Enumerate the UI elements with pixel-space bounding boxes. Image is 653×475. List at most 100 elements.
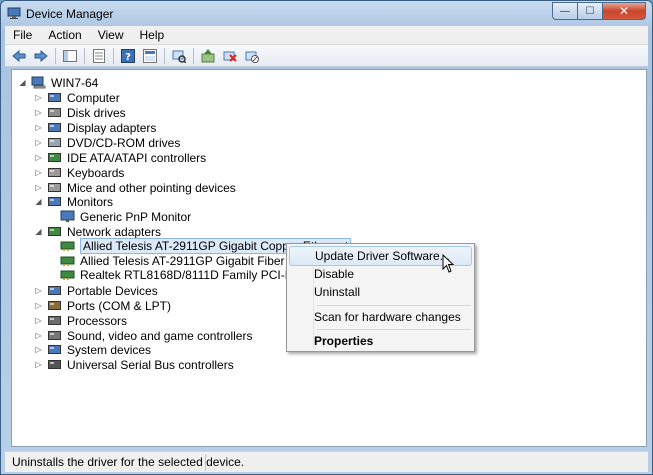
maximize-button[interactable]: ☐: [578, 2, 603, 20]
tree-root-label: WIN7-64: [51, 75, 99, 90]
tree-category-keyboards[interactable]: ▷ Keyboards: [34, 165, 124, 180]
tree-category-monitors[interactable]: ◢ Monitors: [34, 194, 113, 209]
collapse-arrow-icon[interactable]: ◢: [18, 78, 27, 87]
tree-category-label: Mice and other pointing devices: [67, 180, 236, 195]
monitor-icon: [47, 195, 63, 209]
computer-icon: [47, 91, 63, 105]
collapse-arrow-icon[interactable]: ◢: [34, 227, 43, 236]
expand-arrow-icon[interactable]: ▷: [34, 153, 43, 162]
network-card-icon: [60, 268, 76, 282]
portable-device-icon: [47, 284, 63, 298]
device-manager-app-icon: [7, 7, 21, 19]
expand-arrow-icon[interactable]: ▷: [34, 331, 43, 340]
toolbar: ?: [5, 45, 648, 67]
tree-category-display-adapters[interactable]: ▷ Display adapters: [34, 120, 156, 135]
keyboard-icon: [47, 166, 63, 180]
status-text: Uninstalls the driver for the selected d…: [12, 455, 245, 469]
tree-category-label: Sound, video and game controllers: [67, 328, 253, 343]
tree-category-dvd-cd-rom-drives[interactable]: ▷ DVD/CD-ROM drives: [34, 135, 180, 150]
caption-buttons: — ☐ ✕: [552, 2, 646, 20]
processor-icon: [47, 314, 63, 328]
expand-arrow-icon[interactable]: ▷: [34, 316, 43, 325]
back-arrow-icon[interactable]: [11, 48, 27, 64]
network-card-icon: [60, 239, 76, 253]
uninstall-icon[interactable]: [222, 48, 238, 64]
tree-category-label: Display adapters: [67, 120, 157, 135]
close-button[interactable]: ✕: [603, 2, 646, 20]
tree-category-label: Disk drives: [67, 105, 126, 120]
tree-category-ide-ata-atapi-controllers[interactable]: ▷ IDE ATA/ATAPI controllers: [34, 150, 206, 165]
tree-category-disk-drives[interactable]: ▷ Disk drives: [34, 105, 126, 120]
disable-icon[interactable]: [244, 48, 260, 64]
minimize-button[interactable]: —: [552, 2, 578, 20]
tree-category-label: Network adapters: [67, 224, 162, 239]
tree-category-label: Monitors: [67, 194, 114, 209]
toolbar-separator: [193, 47, 194, 64]
tree-category-label: DVD/CD-ROM drives: [67, 135, 181, 150]
usb-icon: [47, 358, 63, 372]
forward-arrow-icon[interactable]: [33, 48, 49, 64]
tree-category-portable-devices[interactable]: ▷ Portable Devices: [34, 283, 158, 298]
display-adapter-icon: [47, 121, 63, 135]
tree-category-universal-serial-bus-controllers[interactable]: ▷ Universal Serial Bus controllers: [34, 357, 233, 372]
help-icon[interactable]: ?: [120, 48, 136, 64]
window-title: Device Manager: [26, 7, 114, 21]
uninstall-menu-item[interactable]: Uninstall: [289, 282, 472, 302]
toolbar-separator: [55, 47, 56, 64]
title-bar[interactable]: Device Manager — ☐ ✕: [1, 1, 652, 25]
menu-action[interactable]: Action: [40, 28, 89, 42]
tree-category-label: Computer: [67, 90, 120, 105]
expand-arrow-icon[interactable]: ▷: [34, 123, 43, 132]
properties-icon[interactable]: [91, 48, 107, 64]
tree-category-label: Keyboards: [67, 165, 125, 180]
toolbar-separator: [113, 47, 114, 64]
expand-arrow-icon[interactable]: ▷: [34, 286, 43, 295]
tree-root[interactable]: ◢ WIN7-64: [18, 75, 98, 90]
menu-view[interactable]: View: [90, 28, 132, 42]
menu-help[interactable]: Help: [132, 28, 173, 42]
computer-icon: [31, 76, 47, 90]
expand-arrow-icon[interactable]: ▷: [34, 138, 43, 147]
menu-separator: [317, 329, 471, 330]
device-label: Generic PnP Monitor: [80, 209, 192, 224]
status-bar: Uninstalls the driver for the selected d…: [5, 451, 648, 472]
expand-arrow-icon[interactable]: ▷: [34, 93, 43, 102]
toolbar-separator: [84, 47, 85, 64]
tree-category-label: Ports (COM & LPT): [67, 298, 172, 313]
tree-category-computer[interactable]: ▷ Computer: [34, 90, 120, 105]
tree-category-mice-and-other-pointing-devices[interactable]: ▷ Mice and other pointing devices: [34, 180, 236, 195]
mouse-icon: [47, 181, 63, 195]
properties-menu-item[interactable]: Properties: [289, 331, 472, 351]
tree-category-processors[interactable]: ▷ Processors: [34, 313, 127, 328]
tree-category-label: System devices: [67, 342, 152, 357]
tree-category-label: Processors: [67, 313, 128, 328]
tree-category-system-devices[interactable]: ▷ System devices: [34, 342, 151, 357]
expand-arrow-icon[interactable]: ▷: [34, 168, 43, 177]
menu-bar: File Action View Help: [5, 26, 648, 45]
disk-drive-icon: [47, 106, 63, 120]
expand-arrow-icon[interactable]: ▷: [34, 108, 43, 117]
tree-category-sound-video-and-game-controllers[interactable]: ▷ Sound, video and game controllers: [34, 328, 252, 343]
device-manager-window: Device Manager — ☐ ✕ File Action View He…: [0, 0, 653, 475]
expand-arrow-icon[interactable]: ▷: [34, 345, 43, 354]
menu-file[interactable]: File: [5, 28, 40, 42]
scan-hardware-icon[interactable]: [171, 48, 187, 64]
expand-arrow-icon[interactable]: ▷: [34, 301, 43, 310]
collapse-arrow-icon[interactable]: ◢: [34, 197, 43, 206]
network-card-icon: [60, 254, 76, 268]
show-hide-console-tree-icon[interactable]: [62, 48, 78, 64]
mouse-cursor-icon: [442, 254, 455, 273]
status-divider: [205, 454, 206, 471]
update-driver-icon[interactable]: [200, 48, 216, 64]
tree-category-ports-com-lpt[interactable]: ▷ Ports (COM & LPT): [34, 298, 171, 313]
scan-hardware-changes-menu-item[interactable]: Scan for hardware changes: [289, 307, 472, 327]
sound-icon: [47, 329, 63, 343]
expand-arrow-icon[interactable]: ▷: [34, 183, 43, 192]
tree-category-label: Portable Devices: [67, 283, 158, 298]
menu-separator: [317, 305, 471, 306]
expand-arrow-icon[interactable]: ▷: [34, 360, 43, 369]
view-icon[interactable]: [142, 48, 158, 64]
ide-controller-icon: [47, 151, 63, 165]
tree-category-label: IDE ATA/ATAPI controllers: [67, 150, 207, 165]
tree-device-generic-pnp-monitor[interactable]: Generic PnP Monitor: [60, 209, 191, 224]
